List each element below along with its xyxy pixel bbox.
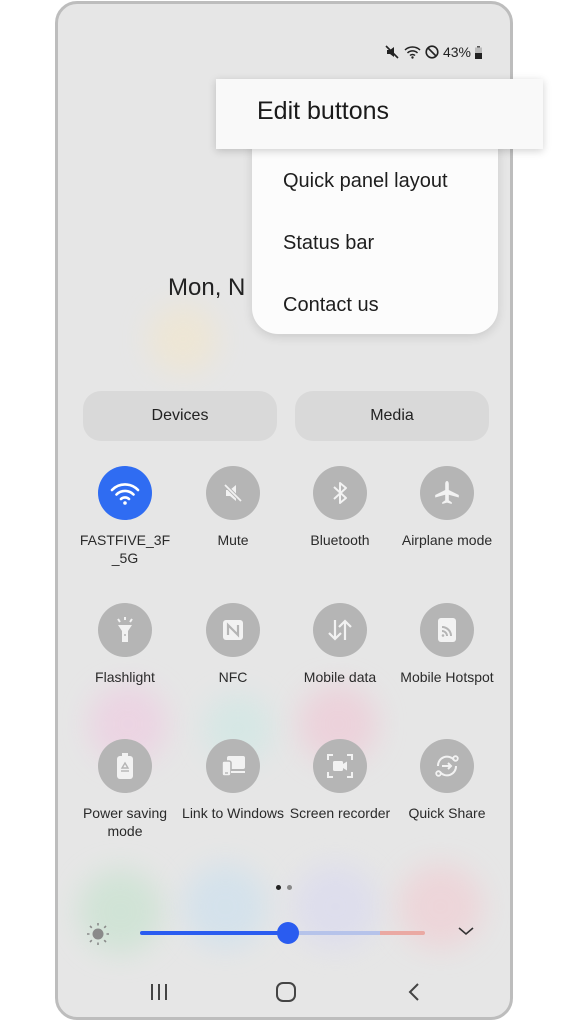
tile-label: Airplane mode bbox=[401, 532, 493, 548]
navigation-bar bbox=[58, 979, 510, 1009]
tile-hotspot[interactable]: Mobile Hotspot bbox=[393, 603, 501, 686]
airplane-icon bbox=[420, 466, 474, 520]
mute-icon bbox=[385, 45, 400, 59]
tile-label: Mobile data bbox=[303, 669, 377, 685]
tile-label: Mute bbox=[217, 532, 249, 548]
tile-label: Quick Share bbox=[408, 805, 486, 821]
quick-share-icon bbox=[420, 739, 474, 793]
devices-button[interactable]: Devices bbox=[83, 391, 277, 441]
media-button[interactable]: Media bbox=[295, 391, 489, 441]
link-to-windows-icon bbox=[206, 739, 260, 793]
brightness-slider[interactable] bbox=[140, 922, 425, 944]
tile-flashlight[interactable]: Flashlight bbox=[71, 603, 179, 686]
page-dot-active bbox=[276, 885, 281, 890]
devices-label: Devices bbox=[151, 407, 209, 424]
brightness-thumb[interactable] bbox=[277, 922, 299, 944]
hotspot-icon bbox=[420, 603, 474, 657]
tile-airplane[interactable]: Airplane mode bbox=[393, 466, 501, 549]
tile-bluetooth[interactable]: Bluetooth bbox=[286, 466, 394, 549]
brightness-icon bbox=[86, 922, 110, 951]
menu-item-contact-us[interactable]: Contact us bbox=[283, 294, 379, 317]
status-bar: 43% bbox=[385, 44, 482, 60]
tile-label: Power saving mode bbox=[82, 805, 168, 839]
nfc-icon bbox=[206, 603, 260, 657]
battery-icon bbox=[475, 45, 482, 59]
do-not-disturb-icon bbox=[425, 45, 439, 59]
tile-label: Link to Windows bbox=[182, 805, 284, 821]
tile-screen-recorder[interactable]: Screen recorder bbox=[286, 739, 394, 822]
tile-label: NFC bbox=[218, 669, 248, 685]
mute-icon bbox=[206, 466, 260, 520]
tile-label: Mobile Hotspot bbox=[400, 669, 494, 685]
bluetooth-icon bbox=[313, 466, 367, 520]
home-icon[interactable] bbox=[275, 981, 297, 1008]
tile-label: Bluetooth bbox=[310, 532, 370, 548]
page-dot bbox=[287, 885, 292, 890]
tile-quick-share[interactable]: Quick Share bbox=[393, 739, 501, 822]
menu-item-quick-panel-layout[interactable]: Quick panel layout bbox=[283, 170, 448, 193]
recents-icon[interactable] bbox=[148, 981, 170, 1008]
screen-recorder-icon bbox=[313, 739, 367, 793]
blurred-app-icon bbox=[293, 864, 378, 949]
page-indicator bbox=[58, 885, 510, 890]
tile-mute[interactable]: Mute bbox=[179, 466, 287, 549]
wifi-icon bbox=[404, 45, 421, 59]
media-label: Media bbox=[370, 407, 414, 424]
menu-item-label: Quick panel layout bbox=[283, 170, 448, 192]
phone-screen: 43% 3 Mon, N Devices Media FASTFIVE_3F _… bbox=[55, 1, 513, 1020]
tile-link-to-windows[interactable]: Link to Windows bbox=[179, 739, 287, 822]
tile-nfc[interactable]: NFC bbox=[179, 603, 287, 686]
tile-wifi[interactable]: FASTFIVE_3F _5G bbox=[71, 466, 179, 567]
menu-item-label: Contact us bbox=[283, 294, 379, 316]
power-saving-icon bbox=[98, 739, 152, 793]
brightness-fill bbox=[140, 931, 288, 935]
blurred-app-icon bbox=[183, 864, 268, 949]
wifi-icon bbox=[98, 466, 152, 520]
battery-percent: 43% bbox=[442, 44, 471, 60]
menu-item-edit-buttons[interactable]: Edit buttons bbox=[216, 79, 543, 149]
back-icon[interactable] bbox=[404, 981, 426, 1008]
brightness-track bbox=[288, 931, 380, 935]
clock-date: Mon, N bbox=[168, 274, 246, 301]
tile-mobile-data[interactable]: Mobile data bbox=[286, 603, 394, 686]
tile-power-saving[interactable]: Power saving mode bbox=[71, 739, 179, 840]
expand-chevron-icon[interactable] bbox=[456, 924, 476, 943]
menu-item-label: Edit buttons bbox=[257, 97, 390, 125]
brightness-extra-track bbox=[380, 931, 425, 935]
tile-label: FASTFIVE_3F _5G bbox=[79, 532, 171, 566]
mobile-data-icon bbox=[313, 603, 367, 657]
menu-item-label: Status bar bbox=[283, 232, 375, 254]
tile-label: Flashlight bbox=[95, 669, 155, 685]
tile-label: Screen recorder bbox=[289, 805, 391, 821]
menu-item-status-bar[interactable]: Status bar bbox=[283, 232, 374, 255]
flashlight-icon bbox=[98, 603, 152, 657]
blurred-app-icon bbox=[148, 304, 218, 374]
